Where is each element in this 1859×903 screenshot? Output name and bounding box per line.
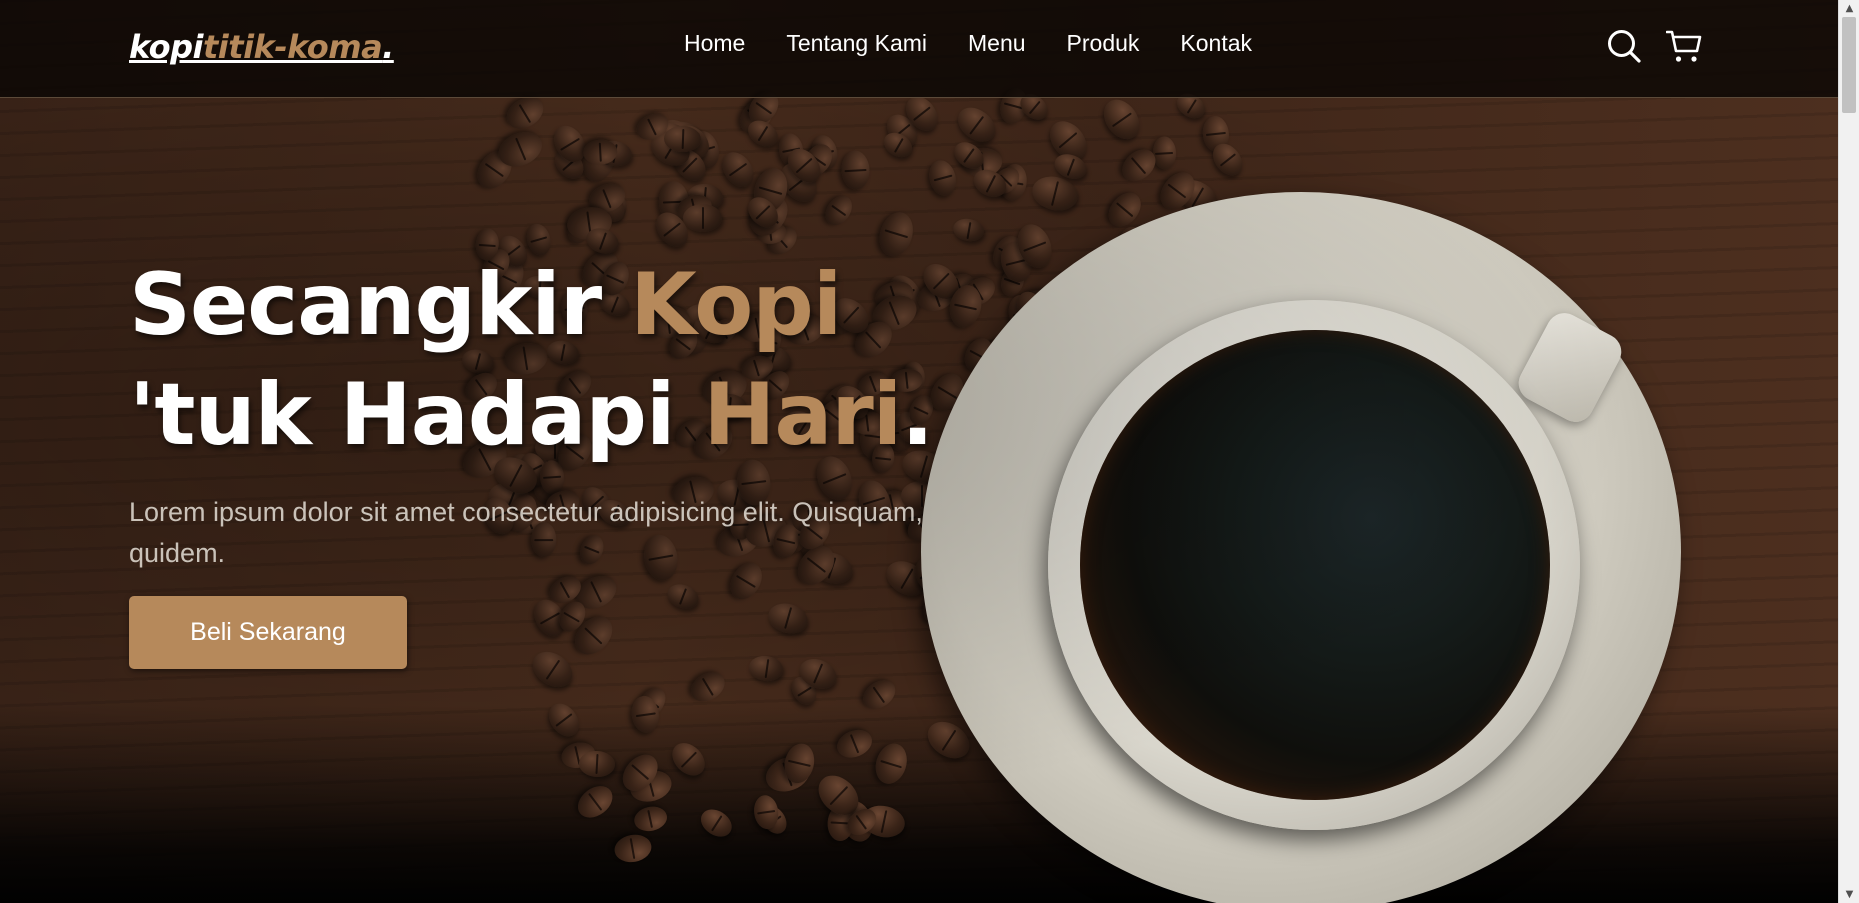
navbar: kopititik-koma. Home Tentang Kami Menu P… (0, 0, 1838, 98)
scrollbar-thumb[interactable] (1842, 17, 1856, 113)
scroll-down-arrow-icon[interactable]: ▼ (1839, 886, 1859, 903)
nav-link-kontak[interactable]: Kontak (1180, 30, 1252, 57)
scrollbar[interactable]: ▲ ▼ (1838, 0, 1859, 903)
buy-now-button[interactable]: Beli Sekarang (129, 596, 407, 669)
search-icon[interactable] (1606, 28, 1642, 64)
nav-link-menu[interactable]: Menu (968, 30, 1026, 57)
headline-line1-accent: Kopi (630, 255, 842, 355)
scroll-up-arrow-icon[interactable]: ▲ (1839, 0, 1859, 17)
nav-link-home[interactable]: Home (684, 30, 745, 57)
logo-part-titik-koma: titik-koma (203, 28, 383, 66)
headline-line2-accent: Hari (703, 365, 902, 465)
logo[interactable]: kopititik-koma. (129, 28, 394, 66)
logo-dot: . (382, 28, 394, 66)
headline-period: . (901, 365, 934, 465)
nav-link-produk[interactable]: Produk (1067, 30, 1140, 57)
nav-links: Home Tentang Kami Menu Produk Kontak (684, 30, 1252, 57)
hero-headline: Secangkir Kopi 'tuk Hadapi Hari. (129, 250, 1029, 470)
shopping-cart-icon[interactable] (1665, 28, 1702, 64)
headline-line2-white: 'tuk Hadapi (129, 365, 704, 465)
nav-link-tentang-kami[interactable]: Tentang Kami (786, 30, 927, 57)
hero-content: Secangkir Kopi 'tuk Hadapi Hari. Lorem i… (129, 250, 1029, 669)
logo-part-kopi: kopi (129, 28, 204, 66)
hero-lead-text: Lorem ipsum dolor sit amet consectetur a… (129, 497, 923, 568)
headline-line1-white: Secangkir (129, 255, 631, 355)
nav-icons (1606, 28, 1702, 64)
